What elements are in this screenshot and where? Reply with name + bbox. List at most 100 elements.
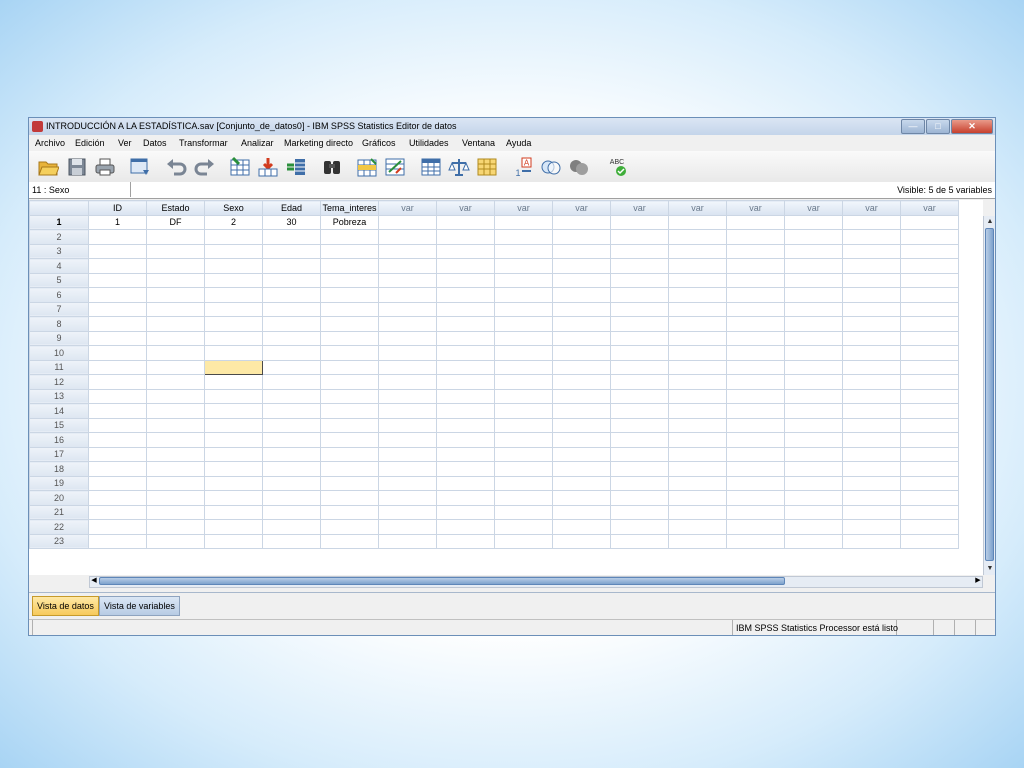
data-cell[interactable]	[262, 258, 321, 274]
data-cell[interactable]	[88, 461, 147, 477]
data-cell[interactable]	[784, 301, 843, 317]
data-cell[interactable]	[494, 229, 553, 245]
data-cell[interactable]	[842, 403, 901, 419]
data-cell[interactable]	[610, 475, 669, 491]
data-cell[interactable]	[88, 359, 147, 375]
column-header[interactable]: var	[842, 200, 901, 216]
data-cell[interactable]	[552, 330, 611, 346]
data-cell[interactable]	[436, 345, 495, 361]
data-cell[interactable]	[378, 301, 437, 317]
data-cell[interactable]	[262, 432, 321, 448]
data-cell[interactable]	[784, 388, 843, 404]
data-cell[interactable]	[436, 504, 495, 520]
column-header[interactable]: ID	[88, 200, 147, 216]
data-cell[interactable]	[88, 417, 147, 433]
data-cell[interactable]	[842, 417, 901, 433]
data-cell[interactable]	[88, 388, 147, 404]
data-cell[interactable]	[378, 316, 437, 332]
data-cell[interactable]	[784, 316, 843, 332]
row-header[interactable]: 8	[29, 316, 89, 332]
data-cell[interactable]: Pobreza	[320, 214, 379, 230]
data-cell[interactable]	[668, 345, 727, 361]
data-cell[interactable]	[436, 316, 495, 332]
tab-vista-de-variables[interactable]: Vista de variables	[99, 596, 180, 616]
data-cell[interactable]	[378, 229, 437, 245]
data-cell[interactable]	[842, 461, 901, 477]
data-cell[interactable]	[262, 533, 321, 549]
data-cell[interactable]	[900, 519, 959, 535]
data-cell[interactable]	[784, 432, 843, 448]
data-cell[interactable]	[552, 432, 611, 448]
data-cell[interactable]	[552, 446, 611, 462]
data-cell[interactable]	[726, 330, 785, 346]
data-cell[interactable]	[668, 258, 727, 274]
menu-analizar[interactable]: Analizar	[241, 135, 274, 151]
column-header[interactable]: Estado	[146, 200, 205, 216]
data-cell[interactable]	[784, 490, 843, 506]
horizontal-scroll-thumb[interactable]	[99, 577, 785, 585]
redo-icon[interactable]	[194, 156, 216, 178]
data-cell[interactable]	[900, 359, 959, 375]
data-cell[interactable]	[204, 432, 263, 448]
data-cell[interactable]	[436, 330, 495, 346]
data-cell[interactable]	[204, 345, 263, 361]
data-cell[interactable]	[842, 229, 901, 245]
data-cell[interactable]	[320, 287, 379, 303]
data-cell[interactable]	[320, 504, 379, 520]
data-cell[interactable]	[610, 403, 669, 419]
data-cell[interactable]	[610, 432, 669, 448]
data-cell[interactable]	[668, 461, 727, 477]
data-cell[interactable]	[842, 519, 901, 535]
data-cell[interactable]	[204, 388, 263, 404]
data-cell[interactable]	[204, 461, 263, 477]
data-cell[interactable]	[726, 287, 785, 303]
data-cell[interactable]	[146, 316, 205, 332]
data-cell[interactable]	[378, 330, 437, 346]
row-header[interactable]: 11	[29, 359, 89, 375]
open-folder-icon[interactable]	[37, 156, 59, 178]
data-cell[interactable]	[668, 475, 727, 491]
column-header[interactable]: var	[552, 200, 611, 216]
data-cell[interactable]	[494, 374, 553, 390]
data-cell[interactable]	[436, 490, 495, 506]
data-cell[interactable]	[842, 316, 901, 332]
data-cell[interactable]	[378, 214, 437, 230]
data-cell[interactable]	[552, 519, 611, 535]
row-header[interactable]: 17	[29, 446, 89, 462]
row-header[interactable]: 13	[29, 388, 89, 404]
data-cell[interactable]	[436, 475, 495, 491]
data-cell[interactable]	[494, 388, 553, 404]
data-cell[interactable]	[552, 243, 611, 259]
data-cell[interactable]	[320, 490, 379, 506]
data-cell[interactable]	[552, 388, 611, 404]
row-header[interactable]: 12	[29, 374, 89, 390]
data-cell[interactable]	[668, 374, 727, 390]
data-cell[interactable]	[204, 287, 263, 303]
data-cell[interactable]	[320, 258, 379, 274]
data-cell[interactable]	[610, 533, 669, 549]
row-header[interactable]: 19	[29, 475, 89, 491]
data-cell[interactable]	[668, 388, 727, 404]
data-cell[interactable]	[320, 272, 379, 288]
data-cell[interactable]	[784, 229, 843, 245]
data-cell[interactable]	[146, 345, 205, 361]
data-cell[interactable]	[842, 432, 901, 448]
data-cell[interactable]	[610, 461, 669, 477]
spell-check-icon[interactable]: ABC	[607, 156, 629, 178]
row-header[interactable]: 6	[29, 287, 89, 303]
row-header[interactable]: 16	[29, 432, 89, 448]
data-cell[interactable]	[494, 258, 553, 274]
data-cell[interactable]	[378, 475, 437, 491]
data-cell[interactable]	[668, 272, 727, 288]
data-cell[interactable]	[436, 272, 495, 288]
data-cell[interactable]	[668, 301, 727, 317]
data-cell[interactable]	[436, 301, 495, 317]
data-cell[interactable]	[726, 316, 785, 332]
data-cell[interactable]	[436, 446, 495, 462]
data-cell[interactable]	[726, 417, 785, 433]
data-cell[interactable]	[610, 519, 669, 535]
data-cell[interactable]	[88, 229, 147, 245]
data-cell[interactable]	[262, 229, 321, 245]
data-cell[interactable]	[610, 214, 669, 230]
data-cell[interactable]	[668, 490, 727, 506]
